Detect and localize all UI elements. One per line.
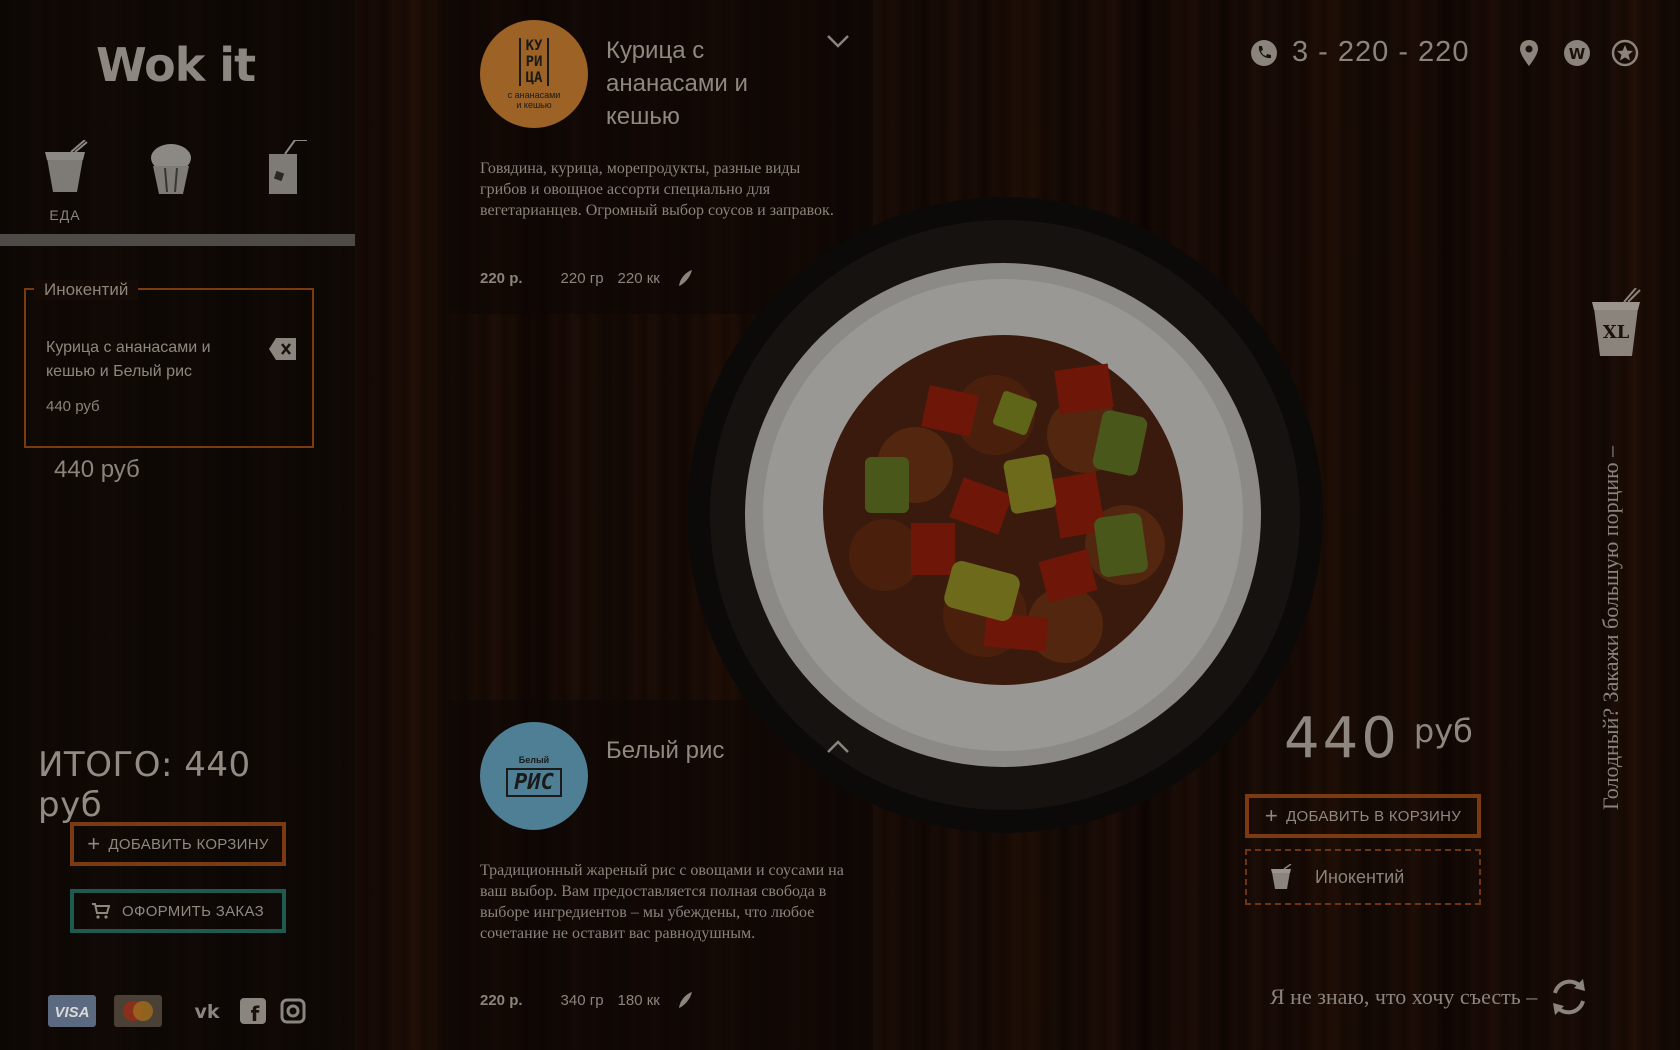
wok-logo-icon[interactable]: W (1562, 38, 1592, 68)
category-underline (0, 234, 355, 246)
price-currency: руб (1413, 712, 1473, 750)
rice-badge-subtext: Белый (518, 755, 550, 765)
facebook-icon[interactable]: f (240, 995, 266, 1027)
plus-icon: + (1264, 803, 1279, 828)
checkout-label: ОФОРМИТЬ ЗАКАЗ (122, 902, 264, 920)
chicken-description: Говядина, курица, морепродукты, разные в… (480, 160, 834, 219)
price-number: 440 (1284, 706, 1400, 771)
category-drinks[interactable] (248, 139, 318, 201)
rice-weight: 340 гр (560, 991, 604, 1009)
instagram-icon[interactable] (280, 995, 306, 1027)
big-portion-promo[interactable]: Голодный? Закажи большую порцию – (1598, 446, 1624, 810)
vk-icon[interactable]: vk (190, 995, 224, 1027)
chicken-title[interactable]: Курица с ананасами и кешью (606, 34, 786, 133)
rice-meta: 220 р. 340 гр 180 кк (480, 990, 696, 1010)
random-dish[interactable]: Я не знаю, что хочу съесть – (1270, 975, 1591, 1019)
xl-portion-icon[interactable]: XL (1590, 288, 1642, 360)
add-basket-button[interactable]: + ДОБАВИТЬ КОРЗИНУ (70, 822, 286, 866)
chevron-down-icon[interactable] (826, 34, 850, 48)
phone-icon (1251, 39, 1277, 66)
mastercard-icon (114, 995, 162, 1027)
remove-item-icon[interactable] (268, 336, 298, 362)
drink-icon (269, 139, 307, 194)
visa-icon: VISA (48, 995, 96, 1027)
svg-text:VISA: VISA (54, 1004, 89, 1021)
chicken-price: 220 р. (480, 269, 523, 287)
order-total: ИТОГО: 440 руб (38, 745, 251, 825)
cart-icon (92, 903, 111, 919)
brand-logo[interactable]: Wok it (96, 38, 256, 92)
add-to-cart-label: ДОБАВИТЬ В КОРЗИНУ (1286, 807, 1462, 825)
plus-icon: + (87, 831, 101, 856)
order-item-name: Курица с ананасами и кешью и Белый рис (46, 339, 211, 380)
chicken-kcal: 220 кк (617, 269, 660, 287)
rice-title[interactable]: Белый рис (606, 734, 786, 767)
rice-description: Традиционный жареный рис с овощами и соу… (480, 862, 844, 942)
order-subtotal: 440 руб (54, 456, 140, 483)
chili-icon (678, 992, 692, 1008)
order-guest-name[interactable]: Инокентий (34, 280, 139, 300)
guest-selector[interactable]: Инокентий (1245, 849, 1481, 905)
order-item-price: 440 руб (46, 398, 100, 415)
category-label: ЕДА (49, 207, 81, 223)
checkout-button[interactable]: ОФОРМИТЬ ЗАКАЗ (70, 889, 286, 933)
selected-price: 440 руб (1284, 706, 1473, 771)
rice-badge-text: РИС (506, 768, 562, 797)
chicken-weight: 220 гр (560, 269, 604, 287)
category-food[interactable]: ЕДА (30, 139, 100, 223)
refresh-icon[interactable] (1547, 975, 1591, 1019)
xl-label: XL (1603, 322, 1630, 343)
chevron-up-icon[interactable] (826, 740, 850, 754)
chili-icon (678, 270, 692, 286)
chicken-badge: КУ РИ ЦА с ананасами и кешью (480, 20, 588, 128)
add-to-cart-button[interactable]: + ДОБАВИТЬ В КОРЗИНУ (1245, 794, 1481, 838)
category-desserts[interactable] (136, 140, 206, 201)
star-icon[interactable] (1610, 38, 1640, 68)
rice-kcal: 180 кк (617, 991, 660, 1009)
noodle-box-icon (1271, 864, 1292, 889)
rice-badge: Белый РИС (480, 722, 588, 830)
contact-phone[interactable]: 3 - 220 - 220 (1250, 36, 1469, 69)
svg-text:W: W (1569, 45, 1586, 63)
chicken-meta: 220 р. 220 гр 220 кк (480, 268, 696, 288)
guest-name: Инокентий (1315, 866, 1405, 887)
noodle-box-icon (45, 139, 88, 192)
cupcake-icon (151, 144, 191, 194)
svg-text:vk: vk (194, 1001, 219, 1023)
svg-text:f: f (251, 1002, 260, 1026)
rice-price: 220 р. (480, 991, 523, 1009)
location-pin-icon[interactable] (1514, 38, 1544, 68)
phone-number: 3 - 220 - 220 (1292, 36, 1470, 68)
sidebar: Wok it ЕДА Инокентий Курица с ананасами … (0, 0, 355, 1050)
chicken-badge-text: КУ РИ ЦА (519, 38, 549, 86)
random-dish-text: Я не знаю, что хочу съесть – (1270, 984, 1538, 1009)
add-basket-label: ДОБАВИТЬ КОРЗИНУ (108, 835, 269, 853)
chicken-badge-subtext: с ананасами и кешью (507, 90, 561, 110)
